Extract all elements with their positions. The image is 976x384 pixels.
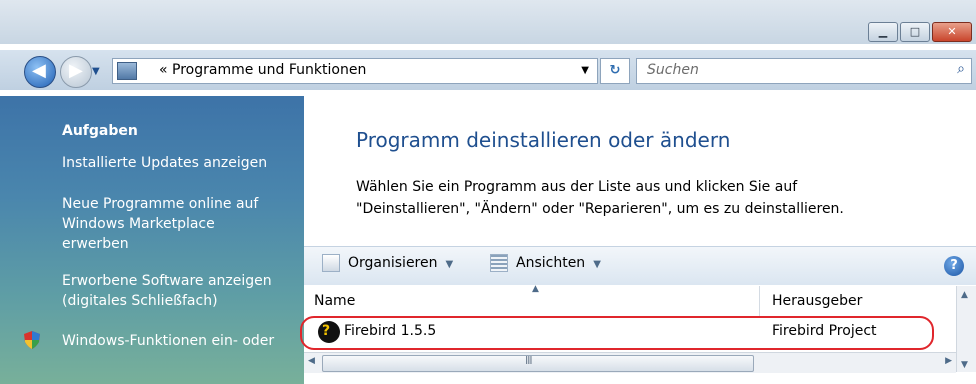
sort-ascending-icon: ▲ (532, 284, 539, 294)
description-line2: "Deinstallieren", "Ändern" oder "Reparie… (356, 201, 844, 217)
title-bar: ▁ □ ✕ (0, 0, 976, 44)
sidebar-item-marketplace-line3[interactable]: erwerben (62, 234, 129, 254)
maximize-icon: □ (909, 25, 921, 38)
chevron-down-icon: ▼ (445, 259, 454, 270)
page-description: Wählen Sie ein Programm aus der Liste au… (356, 176, 844, 220)
views-button[interactable]: Ansichten ▼ (490, 254, 601, 272)
grip-icon: Ⅲ (525, 354, 533, 367)
highlight-annotation (300, 316, 934, 350)
address-bar[interactable]: « Programme und Funktionen ▼ (112, 58, 598, 84)
organize-label: Organisieren (348, 255, 438, 271)
chevron-down-icon: ▼ (593, 259, 601, 270)
sidebar-item-marketplace-line2[interactable]: Windows Marketplace (62, 214, 215, 234)
sidebar-item-windows-features[interactable]: Windows-Funktionen ein- oder (62, 331, 274, 351)
refresh-button[interactable]: ↻ (600, 58, 630, 84)
forward-arrow-icon: ▶ (69, 60, 83, 81)
search-icon[interactable]: ⌕ (957, 61, 965, 77)
shield-icon (24, 331, 40, 349)
horizontal-scroll-thumb[interactable]: Ⅲ (322, 354, 754, 372)
minimize-button[interactable]: ▁ (868, 22, 898, 42)
control-panel-icon (117, 62, 137, 80)
scroll-right-icon[interactable]: ▶ (945, 356, 952, 366)
close-icon: ✕ (947, 25, 957, 38)
back-button[interactable]: ◀ (24, 56, 56, 88)
help-icon[interactable]: ? (944, 256, 964, 276)
page-title: Programm deinstallieren oder ändern (356, 128, 731, 152)
forward-button[interactable]: ▶ (60, 56, 92, 88)
minimize-icon: ▁ (878, 25, 888, 38)
tasks-heading: Aufgaben (62, 123, 138, 139)
address-dropdown-icon[interactable]: ▼ (581, 65, 589, 76)
back-arrow-icon: ◀ (32, 60, 46, 81)
maximize-button[interactable]: □ (900, 22, 930, 42)
window-controls: ▁ □ ✕ (866, 22, 972, 42)
column-header-publisher[interactable]: Herausgeber (762, 286, 956, 316)
sidebar-item-marketplace-line1[interactable]: Neue Programme online auf (62, 194, 258, 214)
scroll-left-icon[interactable]: ◀ (308, 356, 315, 366)
vertical-scrollbar[interactable]: ▲ ▼ (956, 286, 976, 372)
address-prefix[interactable]: « (159, 62, 168, 78)
address-path[interactable]: Programme und Funktionen (172, 62, 366, 78)
views-icon (490, 254, 508, 272)
programs-window: ▁ □ ✕ ◀ ▶ ▼ « Programme und Funktionen ▼… (0, 0, 976, 384)
refresh-icon: ↻ (609, 63, 621, 78)
recent-pages-dropdown[interactable]: ▼ (92, 66, 100, 77)
scroll-down-icon[interactable]: ▼ (961, 360, 968, 370)
sidebar-item-purchased-software-line1[interactable]: Erworbene Software anzeigen (62, 271, 272, 291)
description-line1: Wählen Sie ein Programm aus der Liste au… (356, 179, 798, 195)
horizontal-scrollbar[interactable]: ◀ Ⅲ ▶ (304, 352, 956, 373)
organize-icon (322, 254, 340, 272)
close-button[interactable]: ✕ (932, 22, 972, 42)
sidebar-item-installed-updates[interactable]: Installierte Updates anzeigen (62, 153, 267, 173)
search-box[interactable]: Suchen ⌕ (636, 58, 972, 84)
search-input[interactable]: Suchen (647, 62, 699, 78)
organize-button[interactable]: Organisieren ▼ (322, 254, 453, 272)
scroll-up-icon[interactable]: ▲ (961, 290, 968, 300)
sidebar-item-purchased-software-line2[interactable]: (digitales Schließfach) (62, 291, 218, 311)
views-label: Ansichten (516, 255, 586, 271)
